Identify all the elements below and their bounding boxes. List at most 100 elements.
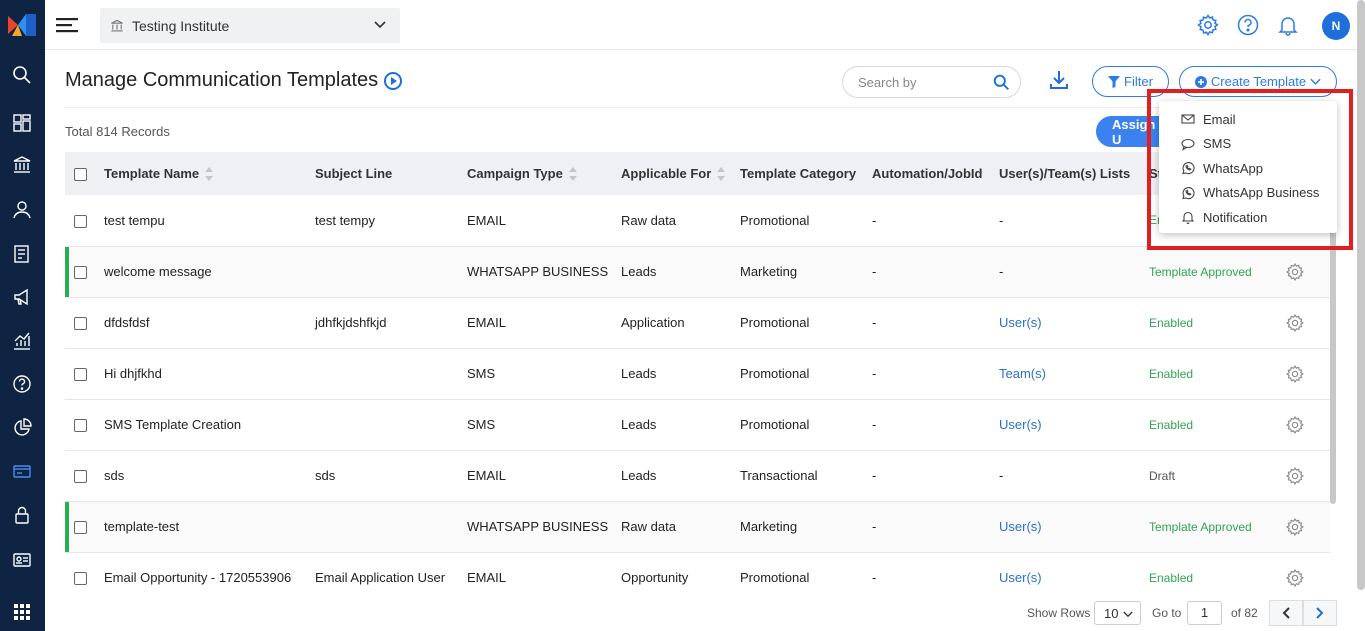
cell-template-category: Marketing — [740, 501, 872, 553]
page-count-label: of 82 — [1231, 606, 1258, 620]
chevron-down-icon — [1310, 78, 1321, 85]
row-checkbox[interactable] — [74, 419, 87, 433]
cell-actions — [1285, 552, 1330, 594]
row-checkbox[interactable] — [74, 572, 87, 586]
page-scrollbar[interactable] — [1357, 0, 1365, 590]
play-video-icon[interactable] — [384, 71, 403, 90]
institute-selector[interactable]: Testing Institute — [100, 8, 400, 43]
page-title-row: Manage Communication Templates — [65, 69, 403, 92]
table-row[interactable]: Hi dhjfkhd SMS Leads Promotional - Team(s) Ena… — [65, 348, 1330, 400]
institute-icon — [111, 19, 123, 31]
cell-applicable-for: Raw data — [621, 195, 740, 247]
row-checkbox[interactable] — [74, 317, 87, 331]
cell-template-name: test tempu — [104, 195, 315, 247]
header-label: User(s)/Team(s) Lists — [999, 166, 1131, 181]
app-logo[interactable] — [8, 12, 36, 38]
id-card-icon[interactable] — [8, 546, 36, 574]
document-icon[interactable] — [8, 240, 36, 268]
create-template-label: Create Template — [1210, 74, 1307, 89]
row-select-cell — [65, 297, 104, 349]
user-icon[interactable] — [8, 196, 36, 224]
row-settings-gear-icon[interactable] — [1285, 262, 1305, 282]
row-settings-gear-icon[interactable] — [1285, 364, 1305, 384]
cell-status: Template Approved — [1149, 246, 1285, 298]
cell-user-team-lists[interactable]: Team(s) — [999, 348, 1149, 400]
table-row[interactable]: sds sds EMAIL Leads Transactional - - Draft — [65, 450, 1330, 502]
cell-user-team-lists[interactable]: User(s) — [999, 297, 1149, 349]
page-title: Manage Communication Templates — [65, 69, 379, 91]
table-header-row: Template Name Subject Line Campaign Type… — [65, 152, 1330, 195]
row-settings-gear-icon[interactable] — [1285, 415, 1305, 435]
institute-icon[interactable] — [8, 151, 36, 179]
header-applicable-for[interactable]: Applicable For — [621, 152, 740, 195]
cell-user-team-lists: - — [999, 246, 1149, 298]
next-page-button[interactable] — [1303, 600, 1337, 626]
header-template-category: Template Category — [740, 152, 872, 195]
row-checkbox[interactable] — [74, 214, 87, 228]
search-icon[interactable] — [993, 74, 1010, 91]
cell-applicable-for: Leads — [621, 348, 740, 400]
cell-status: Enabled — [1149, 552, 1285, 594]
search-icon[interactable] — [8, 61, 36, 89]
analytics-icon[interactable] — [8, 327, 36, 355]
user-avatar[interactable]: N — [1322, 12, 1350, 40]
row-settings-gear-icon[interactable] — [1285, 568, 1305, 588]
cell-template-category: Promotional — [740, 195, 872, 247]
row-settings-gear-icon[interactable] — [1285, 466, 1305, 486]
cell-automation-jobid: - — [872, 246, 999, 298]
cell-template-name: Hi dhjfkhd — [104, 348, 315, 400]
help-circle-icon[interactable] — [1236, 13, 1260, 37]
table-row[interactable]: test tempu test tempy EMAIL Raw data Promoti… — [65, 195, 1330, 247]
help-icon[interactable] — [8, 370, 36, 398]
hamburger-menu-icon[interactable] — [56, 16, 78, 34]
table-row[interactable]: template-test WHATSAPP BUSINESS Raw data Ma… — [65, 501, 1330, 553]
cell-actions — [1285, 501, 1330, 553]
header-template-name[interactable]: Template Name — [104, 152, 315, 195]
cell-user-team-lists[interactable]: User(s) — [999, 399, 1149, 451]
lock-icon[interactable] — [8, 501, 36, 529]
row-checkbox[interactable] — [74, 470, 87, 484]
select-all-checkbox[interactable] — [74, 168, 87, 182]
cell-subject-line: jdhfkjdshfkjd — [315, 297, 467, 349]
pie-chart-icon[interactable] — [8, 414, 36, 442]
rows-per-page-select[interactable]: 10 — [1094, 601, 1141, 625]
goto-page-input[interactable]: 1 — [1187, 601, 1222, 625]
cell-campaign-type: SMS — [467, 399, 621, 451]
row-settings-gear-icon[interactable] — [1285, 517, 1305, 537]
sort-icon[interactable] — [205, 167, 214, 182]
sort-icon[interactable] — [568, 167, 577, 182]
notification-bell-icon[interactable] — [1276, 13, 1300, 37]
cell-user-team-lists[interactable]: User(s) — [999, 552, 1149, 594]
cell-automation-jobid: - — [872, 399, 999, 451]
search-input[interactable] — [858, 74, 988, 90]
communication-templates-icon[interactable] — [8, 457, 36, 485]
cell-applicable-for: Leads — [621, 246, 740, 298]
cell-template-name: template-test — [104, 501, 315, 553]
cell-campaign-type: WHATSAPP BUSINESS — [467, 501, 621, 553]
plus-circle-icon — [1194, 75, 1207, 88]
table-row[interactable]: SMS Template Creation SMS Leads Promotional… — [65, 399, 1330, 451]
row-checkbox[interactable] — [74, 368, 87, 382]
cell-actions — [1285, 348, 1330, 400]
cell-subject-line — [315, 399, 467, 451]
cell-status: Enabled — [1149, 297, 1285, 349]
download-icon[interactable] — [1048, 69, 1070, 91]
cell-user-team-lists: - — [999, 195, 1149, 247]
cell-subject-line — [315, 246, 467, 298]
megaphone-icon[interactable] — [8, 283, 36, 311]
apps-grid-icon[interactable] — [8, 598, 36, 626]
row-checkbox[interactable] — [74, 266, 87, 280]
table-row[interactable]: dfdsfdsf jdhfkjdshfkjd EMAIL Application Pro… — [65, 297, 1330, 349]
table-row[interactable]: Email Opportunity - 1720553906 Email Appl… — [65, 552, 1330, 594]
header-campaign-type[interactable]: Campaign Type — [467, 152, 621, 195]
cell-campaign-type: EMAIL — [467, 297, 621, 349]
table-row[interactable]: welcome message WHATSAPP BUSINESS Leads Mar… — [65, 246, 1330, 298]
previous-page-button[interactable] — [1269, 600, 1303, 626]
settings-gear-icon[interactable] — [1196, 13, 1220, 37]
sort-icon[interactable] — [717, 167, 726, 182]
row-checkbox[interactable] — [74, 521, 87, 535]
row-settings-gear-icon[interactable] — [1285, 313, 1305, 333]
cell-subject-line — [315, 501, 467, 553]
cell-user-team-lists[interactable]: User(s) — [999, 501, 1149, 553]
dashboard-icon[interactable] — [8, 109, 36, 137]
